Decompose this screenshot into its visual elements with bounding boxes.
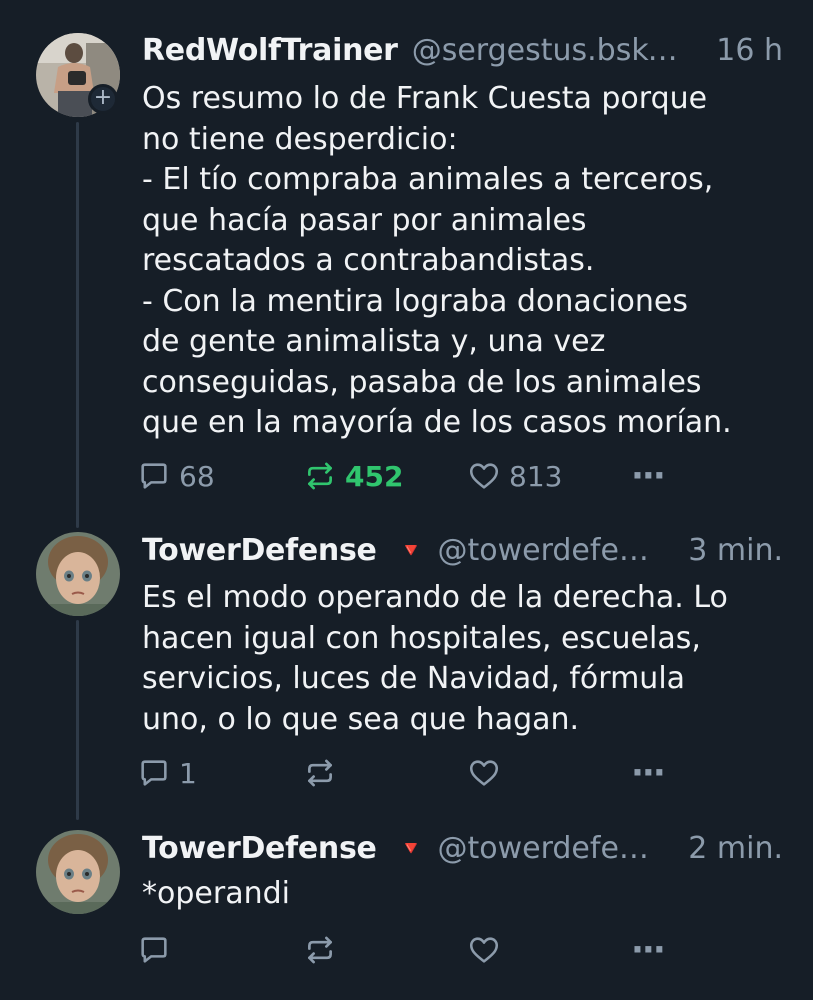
repost-icon: [308, 759, 332, 787]
more-options-button[interactable]: ···: [631, 456, 666, 496]
like-button[interactable]: [467, 753, 509, 793]
post-time[interactable]: 16 h: [716, 33, 783, 68]
post-time[interactable]: 3 min.: [688, 533, 783, 568]
author-name[interactable]: TowerDefense: [142, 533, 377, 568]
post-header: TowerDefense 🔻 @towerdefe… 2 min.: [142, 828, 783, 868]
post-text: *operandi: [142, 876, 290, 911]
like-count: 813: [509, 459, 563, 493]
post-actions: 68 452 813 ···: [137, 456, 697, 496]
post-actions: 1 ···: [137, 753, 697, 793]
author-name[interactable]: RedWolfTrainer: [142, 33, 398, 68]
repost-button[interactable]: 452: [303, 456, 403, 496]
post-towerdefense-1[interactable]: TowerDefense 🔻 @towerdefe… 3 min. Es el …: [0, 520, 813, 818]
avatar-towerdefense[interactable]: [36, 830, 120, 914]
avatar-towerdefense[interactable]: [36, 532, 120, 616]
more-options-button[interactable]: ···: [631, 753, 666, 793]
post-time[interactable]: 2 min.: [688, 831, 783, 866]
reply-icon: [141, 760, 167, 786]
repost-button[interactable]: [303, 753, 345, 793]
author-name[interactable]: TowerDefense: [142, 831, 377, 866]
author-handle[interactable]: @towerdefe…: [437, 831, 666, 866]
repost-icon: [308, 936, 332, 964]
red-triangle-badge-icon: 🔻: [398, 836, 424, 860]
author-handle[interactable]: @sergestus.bsky…: [412, 33, 695, 68]
reply-count: 68: [179, 459, 215, 493]
more-dots-icon: ···: [631, 930, 666, 970]
post-header: TowerDefense 🔻 @towerdefe… 3 min.: [142, 530, 783, 570]
like-button[interactable]: [467, 930, 509, 970]
reply-button[interactable]: [137, 930, 179, 970]
reply-icon: [141, 937, 167, 963]
repost-count: 452: [345, 459, 404, 493]
more-dots-icon: ···: [631, 753, 666, 793]
post-header: RedWolfTrainer @sergestus.bsky… 16 h: [142, 30, 783, 70]
author-handle[interactable]: @towerdefe…: [437, 533, 666, 568]
post-towerdefense-2[interactable]: TowerDefense 🔻 @towerdefe… 2 min. *opera…: [0, 818, 813, 1000]
reply-button[interactable]: 1: [137, 753, 197, 793]
heart-icon: [469, 760, 499, 786]
heart-icon: [469, 463, 499, 489]
post-text: Es el modo operando de la derecha. Lo ha…: [142, 580, 728, 737]
more-options-button[interactable]: ···: [631, 930, 666, 970]
reply-count: 1: [179, 756, 197, 790]
heart-icon: [469, 937, 499, 963]
red-triangle-badge-icon: 🔻: [398, 538, 424, 562]
post-text: Os resumo lo de Frank Cuesta porque no t…: [142, 81, 732, 440]
repost-icon: [308, 462, 332, 490]
more-dots-icon: ···: [631, 456, 666, 496]
reply-icon: [141, 463, 167, 489]
reply-button[interactable]: 68: [137, 456, 215, 496]
follow-plus-icon[interactable]: +: [88, 84, 118, 114]
like-button[interactable]: 813: [467, 456, 562, 496]
repost-button[interactable]: [303, 930, 345, 970]
post-redwolftrainer[interactable]: + RedWolfTrainer @sergestus.bsky… 16 h O…: [0, 0, 813, 520]
post-actions: ···: [137, 930, 697, 970]
